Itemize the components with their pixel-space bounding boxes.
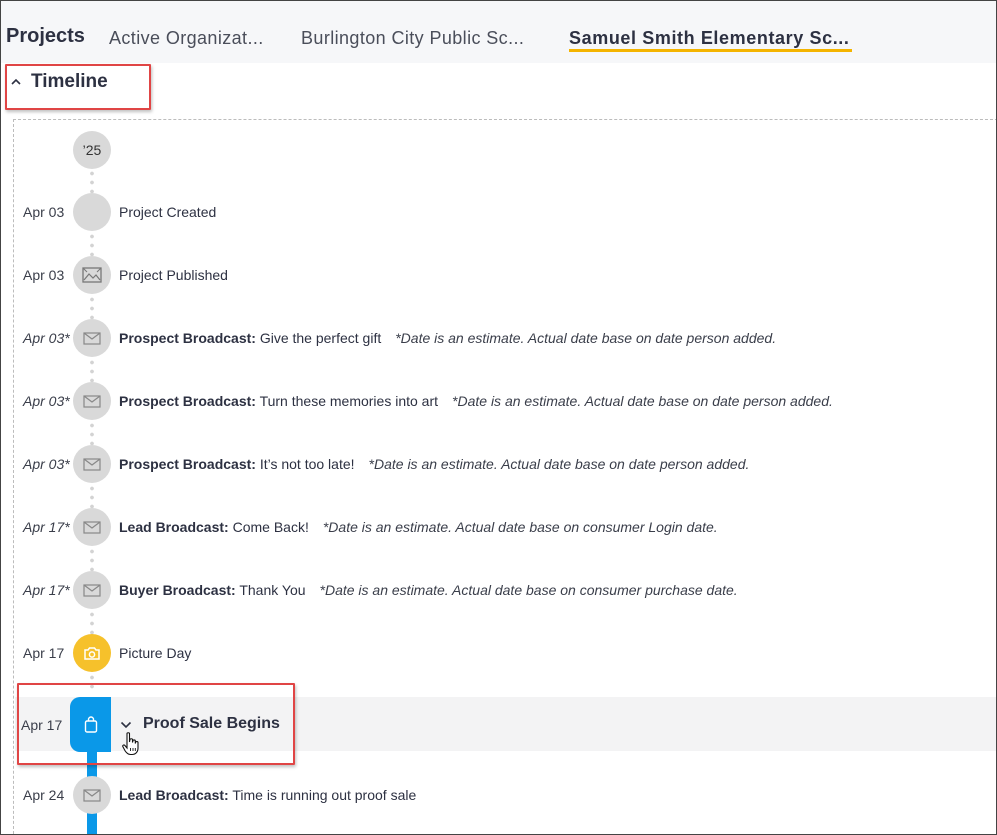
event-label: Prospect Broadcast: It’s not too late! *D… bbox=[119, 456, 749, 472]
event-kind: Prospect Broadcast: bbox=[119, 456, 256, 472]
envelope-icon bbox=[73, 776, 111, 814]
event-text: Turn these memories into art bbox=[259, 393, 439, 409]
event-note: *Date is an estimate. Actual date base o… bbox=[452, 393, 833, 409]
event-text: Project Published bbox=[119, 267, 228, 283]
breadcrumb-item-school[interactable]: Samuel Smith Elementary Sc... bbox=[569, 28, 850, 49]
image-icon bbox=[73, 256, 111, 294]
event-date: Apr 03* bbox=[23, 330, 70, 346]
event-note: *Date is an estimate. Actual date base o… bbox=[319, 582, 738, 598]
event-text: Thank You bbox=[239, 582, 306, 598]
event-text: Time is running out proof sale bbox=[232, 787, 417, 803]
event-note: *Date is an estimate. Actual date base o… bbox=[322, 519, 718, 535]
event-label: Picture Day bbox=[119, 645, 191, 661]
timeline-event: Apr 03 Project Created bbox=[1, 192, 996, 232]
event-date: Apr 17* bbox=[23, 519, 70, 535]
event-text: Project Created bbox=[119, 204, 217, 220]
event-kind: Lead Broadcast: bbox=[119, 519, 229, 535]
timeline-event: Apr 17* Buyer Broadcast: Thank You *Date … bbox=[1, 570, 996, 610]
event-label: Lead Broadcast: Come Back! *Date is an es… bbox=[119, 519, 718, 535]
envelope-icon bbox=[73, 319, 111, 357]
breadcrumb: Projects Active Organizat... Burlington … bbox=[1, 1, 996, 63]
timeline-dotted-line bbox=[90, 169, 94, 689]
event-kind: Prospect Broadcast: bbox=[119, 393, 256, 409]
event-note: *Date is an estimate. Actual date base o… bbox=[368, 456, 750, 472]
event-label: Lead Broadcast: Time is running out proo… bbox=[119, 787, 416, 803]
event-date: Apr 17 bbox=[23, 645, 65, 661]
breadcrumb-item-district[interactable]: Burlington City Public Sc... bbox=[301, 28, 524, 49]
app-frame: Projects Active Organizat... Burlington … bbox=[0, 0, 997, 835]
event-text: Come Back! bbox=[232, 519, 309, 535]
timeline-event: Apr 03* Prospect Broadcast: It’s not too… bbox=[1, 444, 996, 484]
event-date: Apr 03* bbox=[23, 393, 70, 409]
breadcrumb-item-organization[interactable]: Active Organizat... bbox=[109, 28, 264, 49]
timeline-event: Apr 17 Picture Day bbox=[1, 633, 996, 673]
event-date: Apr 03* bbox=[23, 456, 70, 472]
timeline-event: Apr 24 Lead Broadcast: Time is running o… bbox=[1, 775, 996, 815]
envelope-icon bbox=[73, 445, 111, 483]
event-date: Apr 03 bbox=[23, 204, 65, 220]
event-kind: Buyer Broadcast: bbox=[119, 582, 236, 598]
timeline-event: Apr 03 Project Published bbox=[1, 255, 996, 295]
blank-node-icon bbox=[73, 193, 111, 231]
active-breadcrumb-underline bbox=[569, 49, 852, 52]
event-label: Buyer Broadcast: Thank You *Date is an es… bbox=[119, 582, 738, 598]
event-date: Apr 17* bbox=[23, 582, 70, 598]
year-badge: ’25 bbox=[73, 131, 111, 169]
event-text: Picture Day bbox=[119, 645, 192, 661]
event-date: Apr 03 bbox=[23, 267, 65, 283]
timeline-event: Apr 03* Prospect Broadcast: Give the per… bbox=[1, 318, 996, 358]
timeline-event: Apr 17* Lead Broadcast: Come Back! *Date … bbox=[1, 507, 996, 547]
envelope-icon bbox=[73, 571, 111, 609]
event-kind: Lead Broadcast: bbox=[119, 787, 229, 803]
event-text: Give the perfect gift bbox=[259, 330, 382, 346]
event-label: Project Published bbox=[119, 267, 228, 283]
annotation-box-proof-sale bbox=[17, 683, 295, 765]
annotation-box-timeline bbox=[5, 64, 151, 110]
event-label: Project Created bbox=[119, 204, 216, 220]
breadcrumb-root[interactable]: Projects bbox=[6, 25, 85, 48]
event-text: It’s not too late! bbox=[259, 456, 355, 472]
envelope-icon bbox=[73, 382, 111, 420]
event-note: *Date is an estimate. Actual date base o… bbox=[395, 330, 777, 346]
envelope-icon bbox=[73, 508, 111, 546]
event-date: Apr 24 bbox=[23, 787, 65, 803]
camera-icon bbox=[73, 634, 111, 672]
timeline-event: Apr 03* Prospect Broadcast: Turn these m… bbox=[1, 381, 996, 421]
event-label: Prospect Broadcast: Turn these memories … bbox=[119, 393, 833, 409]
event-label: Prospect Broadcast: Give the perfect gif… bbox=[119, 330, 776, 346]
event-kind: Prospect Broadcast: bbox=[119, 330, 256, 346]
